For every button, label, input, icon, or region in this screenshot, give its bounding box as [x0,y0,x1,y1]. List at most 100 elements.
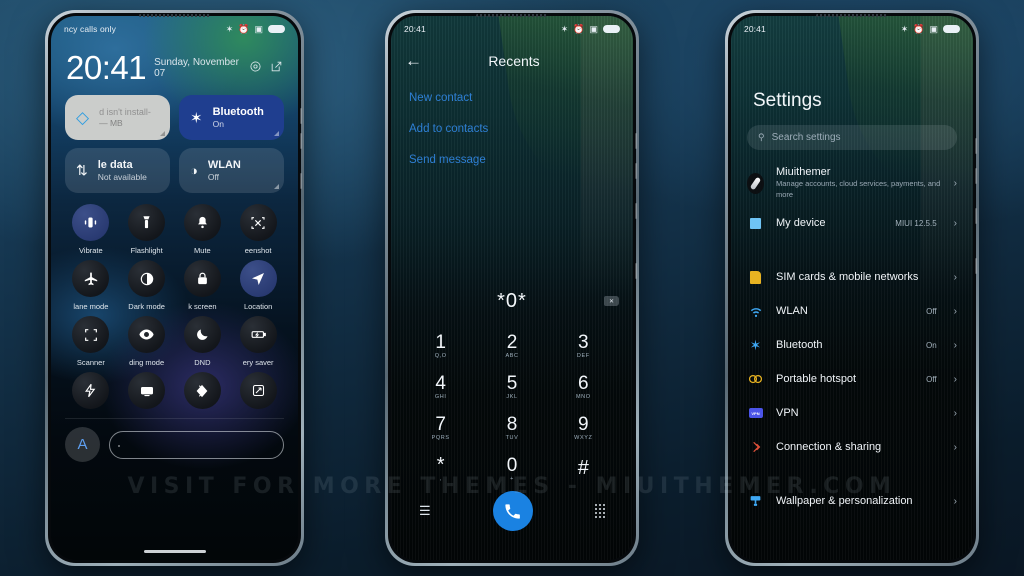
contrast-icon [128,260,166,298]
dial-input[interactable]: *0* [407,290,617,313]
power-button[interactable] [635,203,637,219]
key-2[interactable]: 2 ABC [476,325,547,366]
key-hash[interactable]: # [548,448,619,489]
phone-right-settings: 20:41 ✶ ⏰ ▣ Settings ⚲ Search settings M… [725,10,979,566]
keypad-dots-icon[interactable] [595,504,605,518]
tile-mobile-data[interactable]: ⇅ le data Not available [65,148,170,194]
account-label: Miuithemer [776,166,831,179]
key-digit: # [577,457,589,479]
volume-down-button[interactable] [300,133,302,149]
key-star[interactable]: * , [405,448,476,489]
link-send-message[interactable]: Send message [409,154,615,166]
row-value: MIUI 12.5.5 [895,218,937,228]
row-value: Off [926,374,937,384]
toggle-reading-mode[interactable]: ding mode [119,316,175,367]
side-button-extra[interactable] [975,258,977,274]
key-digit: 0 [506,454,518,476]
row-value: On [925,340,937,350]
key-8[interactable]: 8 TUV [476,407,547,448]
toggle-dnd[interactable]: DND [175,316,231,367]
brightness-slider[interactable] [109,430,284,459]
toggle-battery-saver[interactable]: ery saver [230,316,286,367]
phone-call-icon[interactable] [492,491,533,531]
screenshot-icon: ▣ [929,23,938,34]
tile-expand-corner[interactable] [160,131,165,137]
toggle-dark-mode[interactable]: Dark mode [119,260,175,311]
settings-gear-icon[interactable] [249,60,262,83]
volume-up-button[interactable] [635,133,637,149]
settings-row-my-device[interactable]: My device MIUI 12.5.5 › [747,206,957,240]
toggle-scanner[interactable]: Scanner [63,316,119,367]
toggle-cast[interactable] [119,372,175,410]
screen-rotate-icon [239,372,277,410]
settings-row-vpn[interactable]: VPN VPN › [747,396,957,430]
toggle-airplane-mode[interactable]: lane mode [63,260,119,311]
brightness-row: A [51,419,298,463]
volume-down-button[interactable] [975,168,977,184]
tile-wlan[interactable]: ◑ WLAN Off [179,148,284,194]
status-bar: 20:41 ✶ ⏰ ▣ [731,16,973,42]
toggle-label: ery saver [242,358,274,368]
settings-row-wlan[interactable]: WLAN Off › [747,294,957,328]
settings-row-account[interactable]: Miuithemer Manage accounts, cloud servic… [747,160,957,206]
key-1[interactable]: 1 Q,O [405,325,476,366]
toggle-label: DND [194,358,211,368]
key-6[interactable]: 6 MNO [548,366,619,407]
settings-row-bluetooth[interactable]: ✶ Bluetooth On › [747,328,957,362]
settings-row-connection-sharing[interactable]: Connection & sharing › [747,430,957,464]
settings-row-sim-cards[interactable]: SIM cards & mobile networks › [747,260,957,294]
eye-icon [128,316,166,354]
toggle-video-toolbox[interactable] [175,372,231,410]
search-placeholder: Search settings [771,132,841,143]
clock-date: Sunday, November 07 [154,57,239,80]
tile-expand-corner[interactable] [274,184,279,190]
link-add-to-contacts[interactable]: Add to contacts [409,123,615,135]
keypad-row-2: 4 GHI 5 JKL 6 MNO [405,366,619,407]
key-letters: JKL [506,393,518,400]
link-new-contact[interactable]: New contact [409,92,615,104]
tile-cleaner[interactable]: ◇ d isn't install- — MB [65,95,170,141]
toggle-screenshot[interactable]: eenshot [230,204,286,255]
auto-brightness-icon[interactable]: A [65,427,100,463]
lock-icon [183,260,221,298]
edit-icon[interactable] [270,60,283,83]
key-3[interactable]: 3 DEF [548,325,619,366]
status-icons: ✶ ⏰ ▣ [226,24,285,34]
key-9[interactable]: 9 WXYZ [548,407,619,448]
toggle-vibrate[interactable]: Vibrate [63,204,119,255]
volume-up-button[interactable] [975,138,977,154]
toggle-lock-screen[interactable]: k screen [175,260,231,311]
tile-bluetooth[interactable]: ✶ Bluetooth On [179,95,284,141]
volume-down-button[interactable] [635,163,637,179]
toggle-location[interactable]: Location [230,260,286,311]
moon-icon [183,316,221,354]
account-sub: Manage accounts, cloud services, payment… [776,179,941,199]
key-digit: 5 [506,372,518,394]
key-7[interactable]: 7 PQRS [405,407,476,448]
key-4[interactable]: 4 GHI [405,366,476,407]
toggle-flashlight[interactable]: Flashlight [119,204,175,255]
bluetooth-icon: ✶ [900,23,909,34]
keypad-row-3: 7 PQRS 8 TUV 9 WXYZ [405,407,619,448]
key-0[interactable]: 0 + [476,448,547,489]
search-input[interactable]: ⚲ Search settings [747,125,957,150]
key-5[interactable]: 5 JKL [476,366,547,407]
search-icon: ⚲ [758,132,765,142]
key-digit: 2 [506,331,518,353]
row-label: WLAN [776,305,808,317]
home-indicator[interactable] [143,550,206,553]
toggle-mute[interactable]: Mute [175,204,231,255]
tile-expand-corner[interactable] [274,131,279,137]
power-button[interactable] [300,173,302,189]
toggle-screen-rotate[interactable] [230,372,286,410]
power-button[interactable] [975,208,977,224]
location-icon [239,260,277,298]
settings-row-hotspot[interactable]: Portable hotspot Off › [747,362,957,396]
backspace-icon[interactable]: ✕ [604,296,619,306]
hamburger-menu-icon[interactable]: ☰ [419,503,431,519]
toggle-quick-ball[interactable] [63,372,119,410]
tile-sub: Off [207,172,220,183]
settings-row-wallpaper[interactable]: Wallpaper & personalization › [747,484,957,518]
side-button-extra[interactable] [635,263,637,279]
volume-up-button[interactable] [300,108,302,124]
